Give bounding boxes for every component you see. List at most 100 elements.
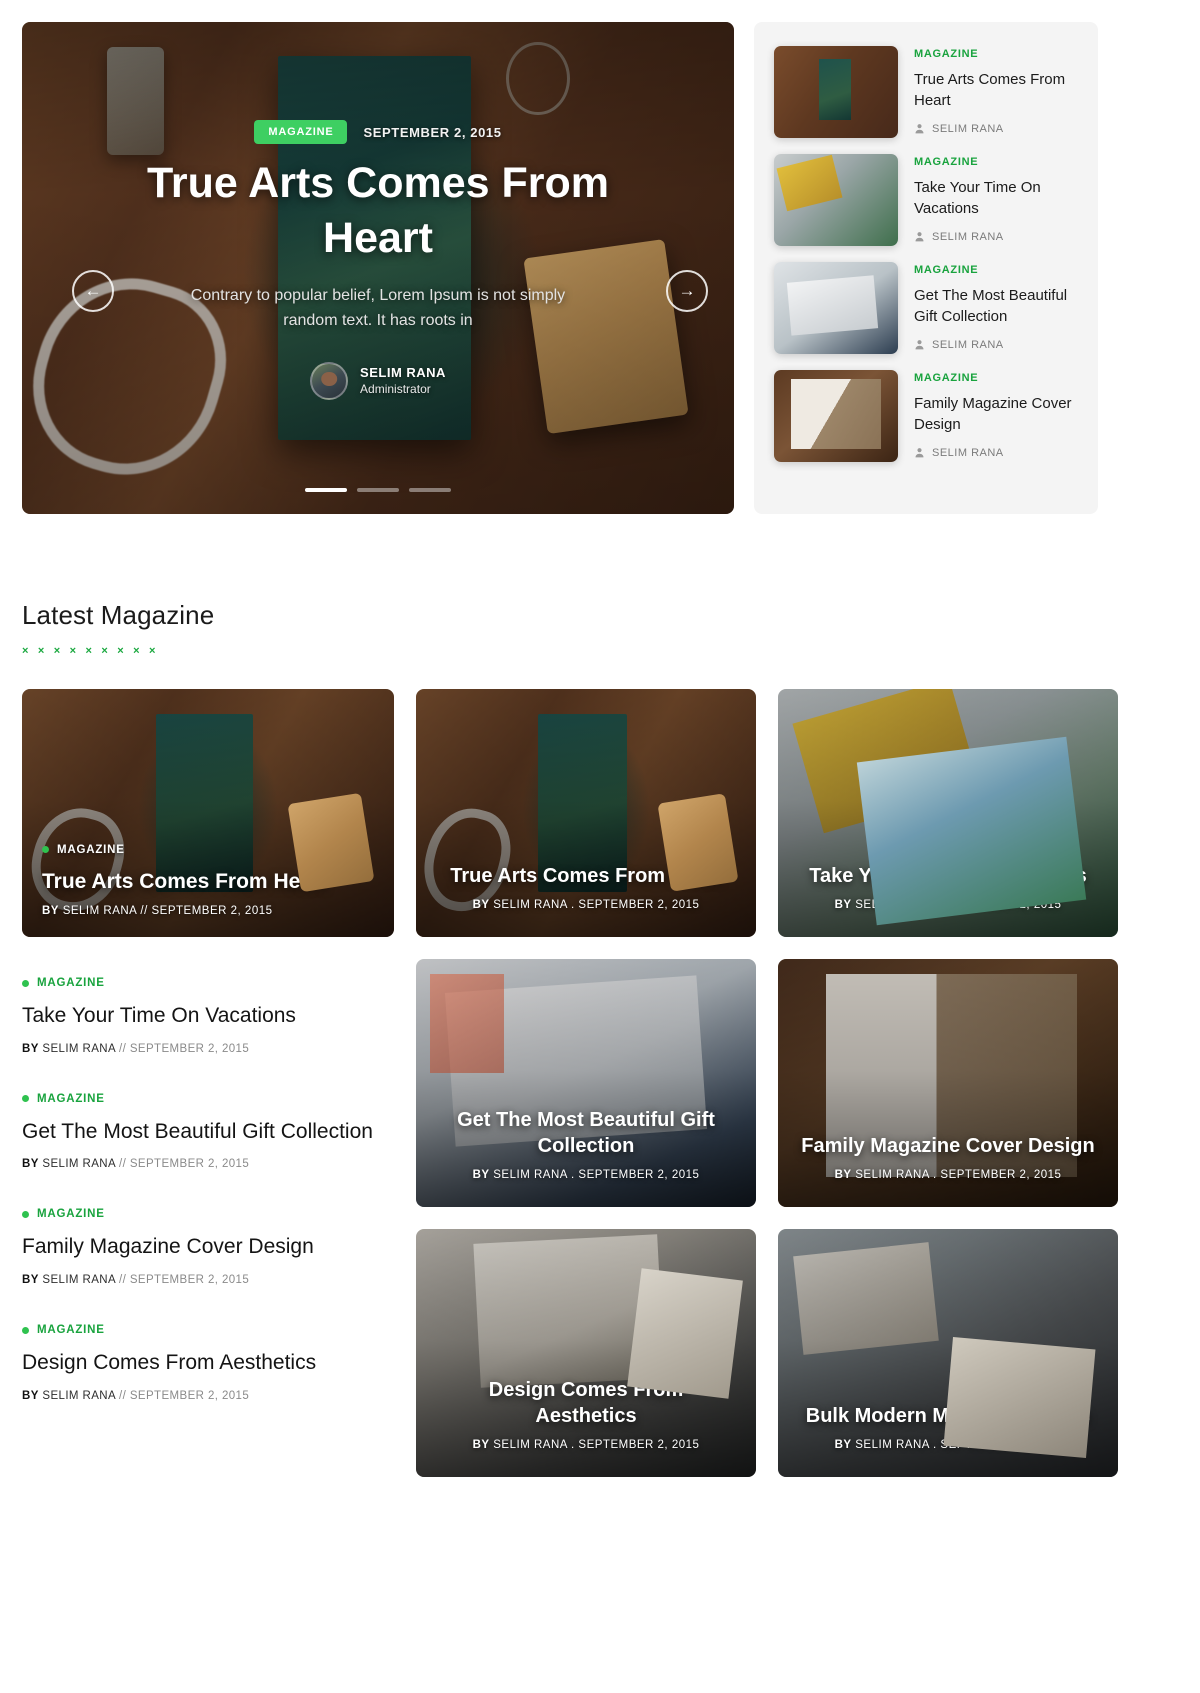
text-item-title[interactable]: Design Comes From Aesthetics (22, 1349, 394, 1377)
text-item-byline: BY SELIM RANA // SEPTEMBER 2, 2015 (22, 1274, 394, 1286)
card-vacations[interactable]: Take Your Time On Vacations BY SELIM RAN… (778, 689, 1118, 937)
hero-content: MAGAZINE SEPTEMBER 2, 2015 True Arts Com… (22, 22, 734, 514)
by-label: BY (834, 1439, 852, 1451)
sidebar-item-category[interactable]: MAGAZINE (914, 156, 1082, 168)
sidebar-item-body: MAGAZINE Get The Most Beautiful Gift Col… (914, 262, 1082, 351)
card-author: SELIM RANA (493, 1439, 568, 1451)
hero-pagination-dot-1[interactable] (305, 488, 347, 492)
sidebar-item-true-arts[interactable]: MAGAZINE True Arts Comes From Heart SELI… (774, 38, 1082, 146)
card-author: SELIM RANA (855, 899, 930, 911)
text-separator: // (119, 1389, 127, 1402)
card-family-magazine[interactable]: Family Magazine Cover Design BY SELIM RA… (778, 959, 1118, 1207)
card-author: SELIM RANA (493, 899, 568, 911)
text-date: SEPTEMBER 2, 2015 (129, 1274, 250, 1287)
sidebar-thumbnail (774, 262, 898, 354)
card-author: SELIM RANA (855, 1169, 930, 1181)
arrow-left-icon: ← (84, 281, 102, 300)
text-date: SEPTEMBER 2, 2015 (129, 1042, 250, 1055)
text-item-category[interactable]: MAGAZINE (22, 1324, 394, 1336)
sidebar-item-family-magazine[interactable]: MAGAZINE Family Magazine Cover Design SE… (774, 362, 1082, 470)
text-item-gift-collection[interactable]: MAGAZINE Get The Most Beautiful Gift Col… (22, 1055, 394, 1171)
text-category-label: MAGAZINE (37, 1208, 105, 1221)
text-item-category[interactable]: MAGAZINE (22, 977, 394, 989)
card-title[interactable]: Bulk Modern Magazine Stores (798, 1403, 1098, 1429)
card-title[interactable]: Take Your Time On Vacations (798, 863, 1098, 889)
card-bulk-modern-stores[interactable]: Bulk Modern Magazine Stores BY SELIM RAN… (778, 1229, 1118, 1477)
card-true-arts-mid[interactable]: True Arts Comes From Heart BY SELIM RANA… (416, 689, 756, 937)
card-title[interactable]: Family Magazine Cover Design (798, 1133, 1098, 1159)
text-item-family-magazine[interactable]: MAGAZINE Family Magazine Cover Design BY… (22, 1170, 394, 1286)
text-date: SEPTEMBER 2, 2015 (129, 1158, 250, 1171)
sidebar-author-name: SELIM RANA (932, 122, 1004, 135)
sidebar-item-title[interactable]: Family Magazine Cover Design (914, 393, 1082, 436)
text-author: SELIM RANA (42, 1042, 116, 1055)
text-date: SEPTEMBER 2, 2015 (129, 1389, 250, 1402)
card-date: SEPTEMBER 2, 2015 (940, 899, 1062, 911)
grid-column-right: Take Your Time On Vacations BY SELIM RAN… (778, 689, 1118, 1477)
by-label: BY (22, 1158, 39, 1171)
card-separator: . (933, 899, 937, 911)
sidebar-item-category[interactable]: MAGAZINE (914, 372, 1082, 384)
user-icon (915, 448, 924, 458)
text-item-title[interactable]: Get The Most Beautiful Gift Collection (22, 1118, 394, 1146)
card-separator: . (571, 1439, 575, 1451)
hero-category-badge[interactable]: MAGAZINE (254, 120, 348, 144)
text-item-vacations[interactable]: MAGAZINE Take Your Time On Vacations BY … (22, 937, 394, 1055)
by-label: BY (22, 1274, 39, 1287)
sidebar-item-category[interactable]: MAGAZINE (914, 264, 1082, 276)
card-aesthetics[interactable]: Design Comes From Aesthetics BY SELIM RA… (416, 1229, 756, 1477)
sidebar-item-vacations[interactable]: MAGAZINE Take Your Time On Vacations SEL… (774, 146, 1082, 254)
latest-magazine-section: Latest Magazine × × × × × × × × × MAGAZI… (0, 514, 1200, 1477)
card-body: Family Magazine Cover Design BY SELIM RA… (778, 1113, 1118, 1207)
hero-slider[interactable]: MAGAZINE SEPTEMBER 2, 2015 True Arts Com… (22, 22, 734, 514)
hero-meta: MAGAZINE SEPTEMBER 2, 2015 (254, 120, 501, 144)
text-item-category[interactable]: MAGAZINE (22, 1208, 394, 1220)
grid-column-left: MAGAZINE True Arts Comes From Heart BY S… (22, 689, 394, 1477)
card-gift-collection[interactable]: Get The Most Beautiful Gift Collection B… (416, 959, 756, 1207)
section-decoration: × × × × × × × × × (22, 645, 159, 657)
hero-title[interactable]: True Arts Comes From Heart (118, 156, 638, 266)
text-separator: // (119, 1158, 127, 1171)
text-item-byline: BY SELIM RANA // SEPTEMBER 2, 2015 (22, 1043, 394, 1055)
card-title[interactable]: True Arts Comes From Heart (42, 868, 374, 895)
sidebar-item-category[interactable]: MAGAZINE (914, 48, 1082, 60)
text-item-byline: BY SELIM RANA // SEPTEMBER 2, 2015 (22, 1390, 394, 1402)
card-separator: // (140, 905, 148, 917)
card-title[interactable]: Design Comes From Aesthetics (436, 1377, 736, 1429)
card-category[interactable]: MAGAZINE (42, 844, 374, 856)
sidebar-item-title[interactable]: Take Your Time On Vacations (914, 177, 1082, 220)
text-item-category[interactable]: MAGAZINE (22, 1093, 394, 1105)
hero-pagination[interactable] (305, 488, 451, 492)
hero-prev-button[interactable]: ← (72, 270, 114, 312)
text-item-title[interactable]: Take Your Time On Vacations (22, 1002, 394, 1030)
text-author: SELIM RANA (42, 1274, 116, 1287)
sidebar-author-name: SELIM RANA (932, 446, 1004, 459)
top-region: MAGAZINE SEPTEMBER 2, 2015 True Arts Com… (0, 0, 1200, 514)
text-category-label: MAGAZINE (37, 1324, 105, 1337)
by-label: BY (834, 1169, 852, 1181)
card-author: SELIM RANA (62, 905, 137, 917)
sidebar-item-title[interactable]: True Arts Comes From Heart (914, 69, 1082, 112)
card-title[interactable]: True Arts Comes From Heart (436, 863, 736, 889)
text-item-title[interactable]: Family Magazine Cover Design (22, 1233, 394, 1261)
card-title[interactable]: Get The Most Beautiful Gift Collection (436, 1107, 736, 1159)
card-body: Get The Most Beautiful Gift Collection B… (416, 1087, 756, 1207)
card-author: SELIM RANA (493, 1169, 568, 1181)
sidebar-item-gift-collection[interactable]: MAGAZINE Get The Most Beautiful Gift Col… (774, 254, 1082, 362)
by-label: BY (42, 905, 59, 917)
hero-next-button[interactable]: → (666, 270, 708, 312)
sidebar-thumbnail (774, 154, 898, 246)
card-separator: . (933, 1169, 937, 1181)
sidebar-item-title[interactable]: Get The Most Beautiful Gift Collection (914, 285, 1082, 328)
text-author: SELIM RANA (42, 1389, 116, 1402)
hero-pagination-dot-3[interactable] (409, 488, 451, 492)
card-body: True Arts Comes From Heart BY SELIM RANA… (416, 843, 756, 937)
card-true-arts-feature[interactable]: MAGAZINE True Arts Comes From Heart BY S… (22, 689, 394, 937)
text-item-aesthetics[interactable]: MAGAZINE Design Comes From Aesthetics BY… (22, 1286, 394, 1402)
card-byline: BY SELIM RANA . SEPTEMBER 2, 2015 (798, 1169, 1098, 1181)
sidebar-item-body: MAGAZINE Take Your Time On Vacations SEL… (914, 154, 1082, 243)
dot-icon (22, 1210, 29, 1218)
hero-pagination-dot-2[interactable] (357, 488, 399, 492)
sidebar-thumbnail (774, 46, 898, 138)
by-label: BY (834, 899, 852, 911)
